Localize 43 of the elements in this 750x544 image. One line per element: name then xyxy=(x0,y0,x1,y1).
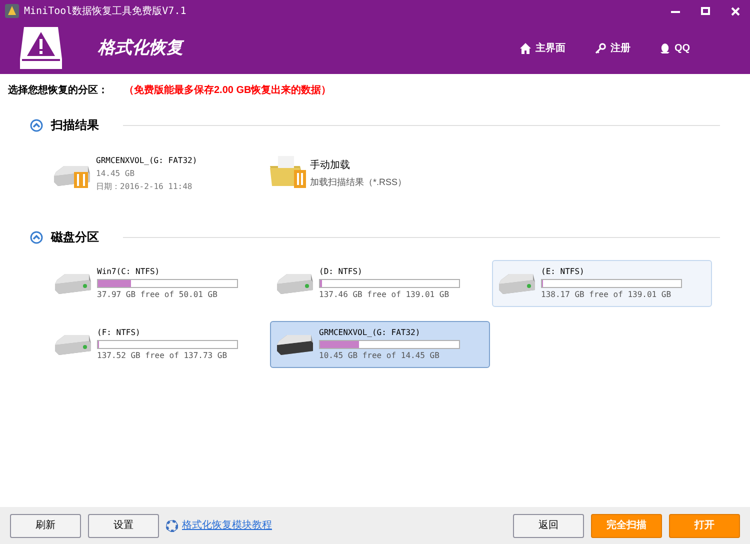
partition-card[interactable]: GRMCENXVOL_(G: FAT32) 10.45 GB free of 14.45 GB xyxy=(270,321,490,368)
free-space: 138.17 GB free of 139.01 GB xyxy=(541,289,672,301)
folder-icon xyxy=(270,154,306,188)
pause-icon xyxy=(74,172,88,188)
load-description: 加载扫描结果（*.RSS） xyxy=(310,176,407,189)
prompt-label: 选择您想恢复的分区： xyxy=(8,84,108,98)
nav-link[interactable]: QQ xyxy=(660,40,690,56)
load-title: 手动加载 xyxy=(310,158,351,173)
free-space: 37.97 GB free of 50.01 GB xyxy=(97,289,218,301)
nav-link[interactable]: 主界面 xyxy=(520,40,566,56)
footer-button[interactable]: 设置 xyxy=(88,514,159,538)
window-title: MiniTool数据恢复工具免费版V7.1 xyxy=(24,4,186,18)
free-space: 10.45 GB free of 14.45 GB xyxy=(319,350,440,362)
drive-size: 14.45 GB xyxy=(96,168,136,180)
footer-button[interactable]: 刷新 xyxy=(10,514,81,538)
lifebuoy-icon xyxy=(166,520,178,532)
nav-link[interactable]: 注册 xyxy=(595,40,630,56)
partition-name: (E: NTFS) xyxy=(541,266,586,278)
partition-name: (D: NTFS) xyxy=(319,266,364,278)
partition-name: GRMCENXVOL_(G: FAT32) xyxy=(319,327,422,339)
free-space: 137.52 GB free of 137.73 GB xyxy=(97,350,228,362)
free-limit-notice: （免费版能最多保存2.00 GB恢复出来的数据） xyxy=(124,84,332,98)
partition-name: (F: NTFS) xyxy=(97,327,142,339)
maximize-icon xyxy=(700,7,710,15)
back-button[interactable]: 返回 xyxy=(513,514,584,538)
close-icon xyxy=(730,6,740,16)
minimize-icon xyxy=(670,10,680,12)
tutorial-link[interactable]: 格式化恢复模块教程 xyxy=(182,518,272,533)
collapse-icon[interactable] xyxy=(30,118,43,132)
section-title: 磁盘分区 xyxy=(51,229,99,246)
collapse-icon[interactable] xyxy=(30,230,43,244)
free-space: 137.46 GB free of 139.01 GB xyxy=(319,289,450,301)
section-title: 扫描结果 xyxy=(51,117,99,134)
warning-drive-icon xyxy=(18,25,64,71)
penguin-icon xyxy=(660,42,670,54)
partition-card[interactable]: (E: NTFS) 138.17 GB free of 139.01 GB xyxy=(492,260,712,307)
partition-name: Win7(C: NTFS) xyxy=(97,266,161,278)
app-logo-icon xyxy=(4,3,20,19)
mode-title: 格式化恢复 xyxy=(98,37,183,60)
scan-date: 日期：2016-2-16 11:48 xyxy=(96,181,194,193)
home-icon xyxy=(520,42,532,54)
drive-name: GRMCENXVOL_(G: FAT32) xyxy=(96,155,198,167)
key-icon xyxy=(595,42,606,54)
